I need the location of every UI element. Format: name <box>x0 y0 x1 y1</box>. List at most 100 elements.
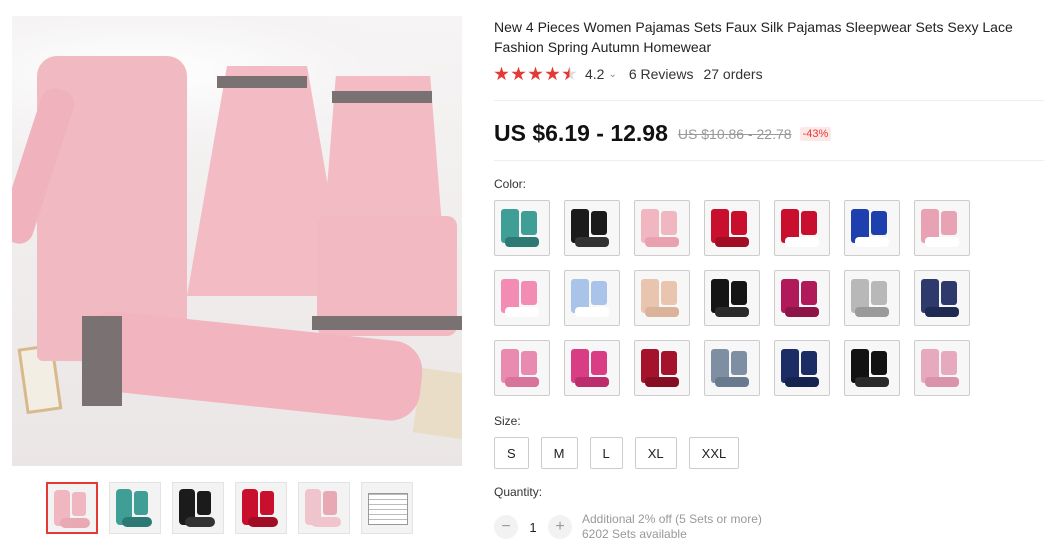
swatch-garment-shape <box>505 307 539 317</box>
star-icon <box>545 66 560 81</box>
divider <box>494 100 1044 101</box>
swatch-garment-shape <box>731 211 747 235</box>
color-swatch-12[interactable] <box>774 270 830 326</box>
swatch-garment-shape <box>661 211 677 235</box>
product-title: New 4 Pieces Women Pajamas Sets Faux Sil… <box>494 19 1013 55</box>
size-option-l[interactable]: L <box>589 437 623 469</box>
swatch-garment-shape <box>855 307 889 317</box>
swatch-garment-shape <box>661 351 677 375</box>
quantity-stepper: − 1 + Additional 2% off (5 Sets or more)… <box>494 512 762 542</box>
swatch-garment-shape <box>505 377 539 387</box>
color-swatch-18[interactable] <box>704 340 760 396</box>
swatch-garment-shape <box>591 281 607 305</box>
color-swatch-2[interactable] <box>564 200 620 256</box>
thumbnail-strip <box>46 482 413 534</box>
thumbnail-4[interactable] <box>235 482 287 534</box>
quantity-plus-button[interactable]: + <box>548 515 572 539</box>
color-swatch-21[interactable] <box>914 340 970 396</box>
color-swatch-20[interactable] <box>844 340 900 396</box>
swatch-garment-shape <box>785 307 819 317</box>
color-swatch-10[interactable] <box>634 270 690 326</box>
size-option-xl[interactable]: XL <box>634 437 677 469</box>
swatch-garment-shape <box>715 377 749 387</box>
swatch-garment-shape <box>871 351 887 375</box>
divider <box>494 160 1044 161</box>
thumbnail-1[interactable] <box>46 482 98 534</box>
size-option-xxl[interactable]: XXL <box>688 437 740 469</box>
price: US $6.19 - 12.98 <box>494 120 668 146</box>
original-price: US $10.86 - 22.78 <box>677 125 792 142</box>
swatch-garment-shape <box>731 281 747 305</box>
thumbnail-3[interactable] <box>172 482 224 534</box>
rating-value[interactable]: 4.2 <box>585 66 604 82</box>
swatch-garment-shape <box>855 377 889 387</box>
color-swatch-7[interactable] <box>914 200 970 256</box>
swatch-garment-shape <box>871 211 887 235</box>
color-swatch-4[interactable] <box>704 200 760 256</box>
swatch-garment-shape <box>715 237 749 247</box>
size-label: Size: <box>494 414 521 428</box>
rating-stars <box>494 66 577 82</box>
swatch-garment-shape <box>941 351 957 375</box>
swatch-garment-shape <box>575 377 609 387</box>
shorts-lace-trim <box>312 316 462 330</box>
size-option-s[interactable]: S <box>494 437 529 469</box>
color-swatch-11[interactable] <box>704 270 760 326</box>
orders-count: 27 orders <box>703 66 763 82</box>
swatch-garment-shape <box>925 377 959 387</box>
quantity-info: Additional 2% off (5 Sets or more) 6202 … <box>582 512 762 542</box>
color-swatch-19[interactable] <box>774 340 830 396</box>
gown-lace-trim <box>217 76 307 88</box>
size-option-m[interactable]: M <box>540 437 578 469</box>
color-swatch-13[interactable] <box>844 270 900 326</box>
main-product-image[interactable] <box>12 16 462 466</box>
swatch-garment-shape <box>591 211 607 235</box>
swatch-garment-shape <box>785 377 819 387</box>
color-swatch-17[interactable] <box>634 340 690 396</box>
rating-row: 4.2 ⌄ 6 Reviews 27 orders <box>494 66 763 82</box>
reviews-link[interactable]: 6 Reviews <box>629 66 694 82</box>
chevron-down-icon[interactable]: ⌄ <box>608 69 616 80</box>
swatch-garment-shape <box>925 307 959 317</box>
color-swatch-8[interactable] <box>494 270 550 326</box>
stock-available-text: 6202 Sets available <box>582 527 687 541</box>
color-swatch-1[interactable] <box>494 200 550 256</box>
swatch-garment-shape <box>941 281 957 305</box>
quantity-value[interactable]: 1 <box>518 520 548 535</box>
thumbnail-5[interactable] <box>298 482 350 534</box>
swatch-garment-shape <box>801 351 817 375</box>
swatch-garment-shape <box>925 237 959 247</box>
color-swatch-9[interactable] <box>564 270 620 326</box>
color-label: Color: <box>494 177 527 191</box>
size-options: S M L XL XXL <box>494 437 740 469</box>
swatch-garment-shape <box>731 351 747 375</box>
swatch-garment-shape <box>715 307 749 317</box>
bulk-discount-text: Additional 2% off (5 Sets or more) <box>582 512 762 526</box>
color-swatch-3[interactable] <box>634 200 690 256</box>
quantity-label: Quantity: <box>494 485 543 499</box>
price-row: US $6.19 - 12.98 US $10.86 - 22.78 -43% <box>494 120 832 147</box>
swatch-garment-shape <box>645 377 679 387</box>
color-swatch-15[interactable] <box>494 340 550 396</box>
star-icon <box>494 66 509 81</box>
thumbnail-6-size-chart[interactable] <box>361 482 413 534</box>
color-swatch-14[interactable] <box>914 270 970 326</box>
swatch-garment-shape <box>645 237 679 247</box>
swatch-garment-shape <box>801 281 817 305</box>
color-swatch-16[interactable] <box>564 340 620 396</box>
swatch-garment-shape <box>591 351 607 375</box>
color-swatch-grid <box>494 200 970 396</box>
pants-lace-trim <box>82 316 122 406</box>
swatch-garment-shape <box>645 307 679 317</box>
half-star-icon <box>562 66 577 81</box>
swatch-garment-shape <box>521 351 537 375</box>
swatch-garment-shape <box>661 281 677 305</box>
quantity-minus-button[interactable]: − <box>494 515 518 539</box>
discount-badge: -43% <box>799 126 832 141</box>
color-swatch-5[interactable] <box>774 200 830 256</box>
swatch-garment-shape <box>521 281 537 305</box>
color-swatch-6[interactable] <box>844 200 900 256</box>
swatch-garment-shape <box>941 211 957 235</box>
thumbnail-2[interactable] <box>109 482 161 534</box>
swatch-garment-shape <box>505 237 539 247</box>
